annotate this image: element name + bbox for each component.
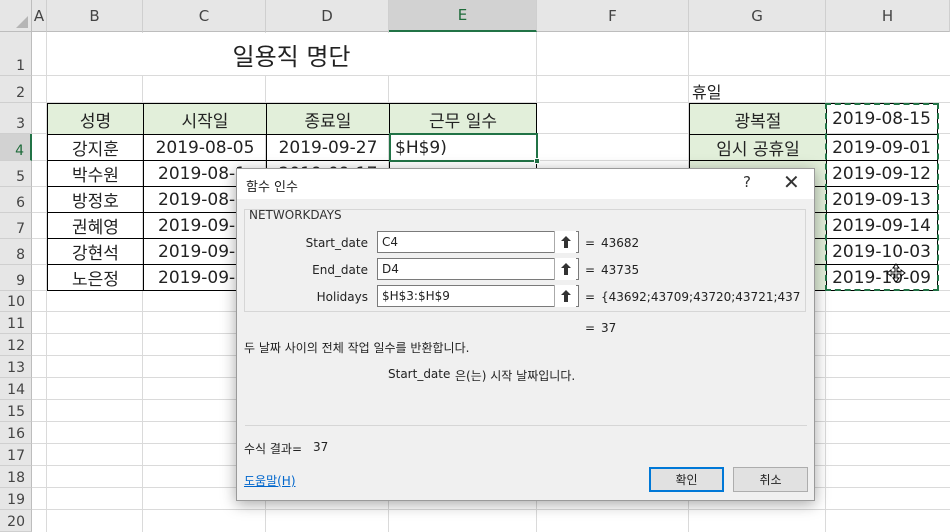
gridline: [32, 509, 950, 510]
active-cell-e4[interactable]: $H$9): [389, 133, 538, 162]
column-header-h[interactable]: H: [826, 0, 950, 32]
start-date-input[interactable]: C4: [377, 231, 579, 253]
name-cell[interactable]: 권혜영: [47, 212, 144, 239]
arg-label-end-date: End_date: [312, 263, 368, 277]
column-header-e[interactable]: E: [389, 0, 537, 32]
name-cell[interactable]: 강지훈: [47, 134, 144, 161]
name-cell[interactable]: 노은정: [47, 264, 144, 291]
column-header-d[interactable]: D: [266, 0, 389, 32]
equals-sign: =: [585, 321, 596, 335]
help-link[interactable]: 도움말(H): [244, 472, 296, 489]
header-work-days[interactable]: 근무 일수: [389, 103, 537, 135]
header-start-date[interactable]: 시작일: [143, 103, 267, 135]
sheet-title[interactable]: 일용직 명단: [47, 33, 536, 75]
header-name[interactable]: 성명: [47, 103, 144, 135]
row-header-13[interactable]: 13: [0, 356, 32, 378]
row-header-17[interactable]: 17: [0, 444, 32, 466]
row-header-19[interactable]: 19: [0, 488, 32, 510]
formula-result-value: 37: [313, 440, 329, 454]
arg-help-text: 은(는) 시작 날짜입니다.: [455, 369, 576, 383]
dialog-titlebar[interactable]: 함수 인수 ? ✕: [237, 169, 814, 199]
ok-button[interactable]: 확인: [649, 467, 724, 492]
row-header-15[interactable]: 15: [0, 400, 32, 422]
function-name: NETWORKDAYS: [249, 208, 342, 222]
name-cell[interactable]: 방정호: [47, 186, 144, 213]
row-header-12[interactable]: 12: [0, 334, 32, 356]
equals-sign: =: [585, 236, 596, 250]
row-header-7[interactable]: 7: [0, 213, 32, 239]
gridline: [32, 75, 950, 76]
cancel-button[interactable]: 취소: [733, 467, 808, 492]
end-date-value: 43735: [601, 263, 640, 277]
holidays-input[interactable]: $H$3:$H$9: [377, 285, 579, 307]
function-arguments-dialog: 함수 인수 ? ✕ NETWORKDAYS Start_date C4 = 43…: [236, 168, 815, 501]
start-date-value: 43682: [601, 236, 640, 250]
end-date-cell[interactable]: 2019-09-27: [266, 134, 390, 161]
reference-marquee: [825, 103, 939, 291]
column-header-f[interactable]: F: [537, 0, 689, 32]
holidays-value: {43692;43709;43720;43721;43722;4: [601, 290, 801, 304]
holiday-label[interactable]: 휴일: [692, 79, 721, 103]
row-header-6[interactable]: 6: [0, 187, 32, 213]
row-header-1[interactable]: 1: [0, 32, 32, 76]
collapse-arrow-icon[interactable]: [554, 231, 576, 253]
help-icon[interactable]: ?: [743, 173, 751, 191]
column-header-a[interactable]: A: [32, 0, 47, 32]
function-description: 두 날짜 사이의 전체 작업 일수를 반환합니다.: [244, 341, 470, 355]
row-header-4[interactable]: 4: [0, 134, 32, 161]
column-header-g[interactable]: G: [689, 0, 826, 32]
row-header-11[interactable]: 11: [0, 312, 32, 334]
row-header-14[interactable]: 14: [0, 378, 32, 400]
holiday-name-cell[interactable]: 임시 공휴일: [689, 134, 827, 161]
fill-handle[interactable]: [534, 158, 540, 164]
row-header-8[interactable]: 8: [0, 239, 32, 265]
row-header-9[interactable]: 9: [0, 265, 32, 291]
arg-help-name: Start_date: [388, 367, 451, 381]
row-header-5[interactable]: 5: [0, 161, 32, 187]
equals-sign: =: [585, 263, 596, 277]
arg-label-start-date: Start_date: [305, 236, 368, 250]
row-header-18[interactable]: 18: [0, 466, 32, 488]
row-header-20[interactable]: 20: [0, 510, 32, 532]
arg-label-holidays: Holidays: [316, 290, 368, 304]
dialog-title: 함수 인수: [246, 180, 298, 195]
start-date-cell[interactable]: 2019-08-05: [143, 134, 267, 161]
equals-sign: =: [585, 290, 596, 304]
dialog-separator: [245, 425, 807, 426]
function-result-value: 37: [601, 321, 617, 335]
end-date-input[interactable]: D4: [377, 258, 579, 280]
row-header-16[interactable]: 16: [0, 422, 32, 444]
column-header-b[interactable]: B: [47, 0, 143, 32]
close-icon[interactable]: ✕: [783, 170, 800, 194]
row-header-2[interactable]: 2: [0, 76, 32, 103]
select-all-corner[interactable]: [0, 0, 32, 32]
holiday-name-cell[interactable]: 광복절: [689, 103, 827, 135]
row-header-10[interactable]: 10: [0, 291, 32, 312]
header-end-date[interactable]: 종료일: [266, 103, 390, 135]
name-cell[interactable]: 강현석: [47, 238, 144, 265]
collapse-arrow-icon[interactable]: [554, 258, 576, 280]
collapse-arrow-icon[interactable]: [554, 285, 576, 307]
formula-result-label: 수식 결과=: [244, 442, 303, 456]
column-header-c[interactable]: C: [143, 0, 266, 32]
row-header-3[interactable]: 3: [0, 103, 32, 134]
move-cursor-icon: [886, 263, 906, 283]
name-cell[interactable]: 박수원: [47, 160, 144, 187]
